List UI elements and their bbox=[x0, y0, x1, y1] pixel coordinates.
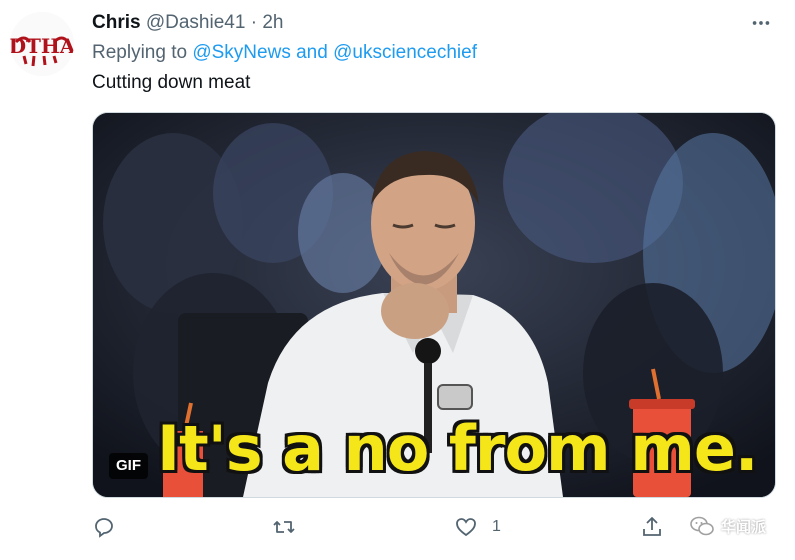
like-button[interactable]: 1 bbox=[454, 510, 501, 544]
watermark-text: 华闻派 bbox=[720, 518, 766, 536]
replying-prefix: Replying to bbox=[92, 42, 188, 63]
timestamp[interactable]: 2h bbox=[262, 12, 283, 33]
share-icon bbox=[643, 517, 661, 536]
wechat-icon bbox=[690, 516, 714, 536]
like-icon bbox=[456, 518, 476, 537]
mention-conjunction[interactable]: and bbox=[296, 42, 328, 63]
tweet-actions: 1 华闻派 bbox=[92, 510, 774, 544]
avatar-logo-icon: DTHA bbox=[10, 12, 74, 76]
gif-badge: GIF bbox=[109, 453, 148, 479]
reply-icon bbox=[95, 518, 113, 538]
tweet-header: Chris @Dashie41 · 2h bbox=[92, 10, 775, 36]
tweet-text: Cutting down meat bbox=[92, 72, 251, 93]
retweet-icon bbox=[273, 521, 295, 533]
mention-uksciencechief[interactable]: @uksciencechief bbox=[333, 42, 477, 63]
replying-to: Replying to @SkyNews and @uksciencechief bbox=[92, 40, 477, 66]
gif-media[interactable]: It's a no from me. GIF bbox=[92, 112, 776, 498]
user-handle[interactable]: @Dashie41 bbox=[146, 12, 246, 33]
tweet[interactable]: DTHA Chris @Dashie41 · 2h Replying to @S… bbox=[0, 0, 795, 560]
gif-caption: It's a no from me. bbox=[157, 412, 758, 485]
watermark: 华闻派 bbox=[689, 513, 766, 539]
display-name[interactable]: Chris bbox=[92, 12, 141, 33]
reply-button[interactable] bbox=[92, 510, 116, 544]
share-button[interactable] bbox=[640, 510, 664, 544]
separator-dot: · bbox=[250, 12, 258, 33]
like-count: 1 bbox=[492, 518, 501, 535]
more-options-button[interactable] bbox=[747, 10, 775, 36]
retweet-button[interactable] bbox=[272, 510, 296, 544]
more-icon bbox=[752, 21, 770, 25]
avatar[interactable]: DTHA bbox=[10, 12, 74, 76]
mention-skynews[interactable]: @SkyNews bbox=[192, 42, 290, 63]
